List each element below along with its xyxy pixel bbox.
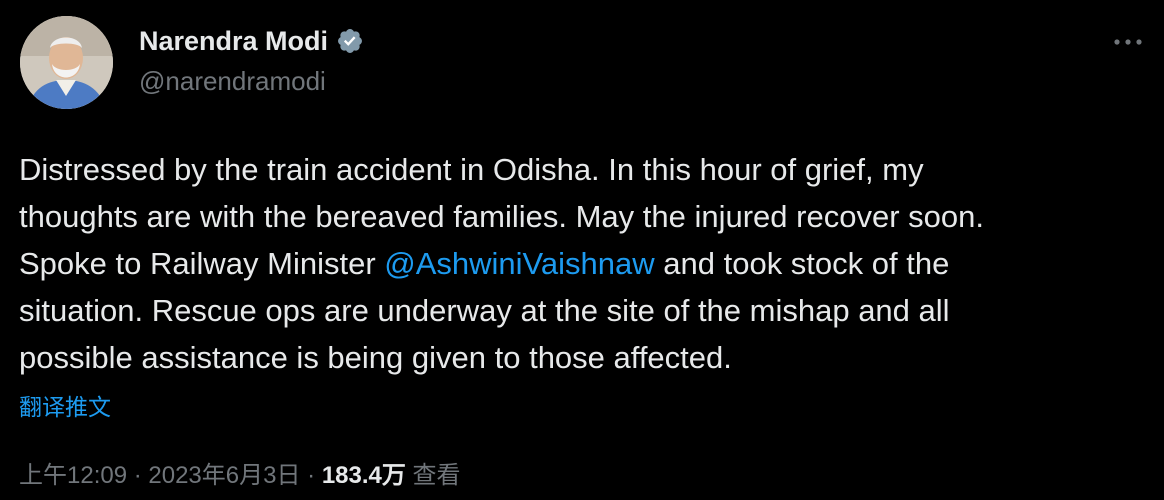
tweet-date[interactable]: 2023年6月3日 (148, 462, 300, 489)
author-handle[interactable]: @narendramodi (139, 64, 326, 98)
meta-separator: · (127, 462, 149, 489)
tweet-text-line: Spoke to Railway Minister @AshwiniVaishn… (19, 240, 1139, 287)
avatar-image (20, 16, 113, 109)
avatar[interactable] (20, 16, 113, 109)
tweet-meta: 上午12:09 · 2023年6月3日 · 183.4万 查看 (19, 460, 461, 492)
tweet-text-segment: and took stock of the (654, 246, 950, 281)
author-name-row: Narendra Modi (139, 24, 364, 58)
views-count[interactable]: 183.4万 (322, 462, 406, 489)
translate-tweet-link[interactable]: 翻译推文 (19, 392, 111, 422)
views-label: 查看 (405, 462, 461, 489)
tweet-text-segment: Spoke to Railway Minister (19, 246, 385, 281)
meta-separator: · (300, 462, 322, 489)
tweet-text-line: thoughts are with the bereaved families.… (19, 199, 984, 234)
more-options-button[interactable] (1110, 30, 1146, 54)
tweet-time[interactable]: 上午12:09 (19, 462, 127, 489)
more-options-icon (1114, 39, 1142, 45)
mention-link[interactable]: @AshwiniVaishnaw (384, 246, 654, 281)
tweet-text-line: situation. Rescue ops are underway at th… (19, 293, 950, 328)
tweet-text-line: possible assistance is being given to th… (19, 340, 732, 375)
author-display-name[interactable]: Narendra Modi (139, 24, 328, 58)
tweet-text-line: Distressed by the train accident in Odis… (19, 152, 924, 187)
tweet-text: Distressed by the train accident in Odis… (19, 146, 1139, 381)
verified-badge-icon[interactable] (336, 27, 364, 55)
